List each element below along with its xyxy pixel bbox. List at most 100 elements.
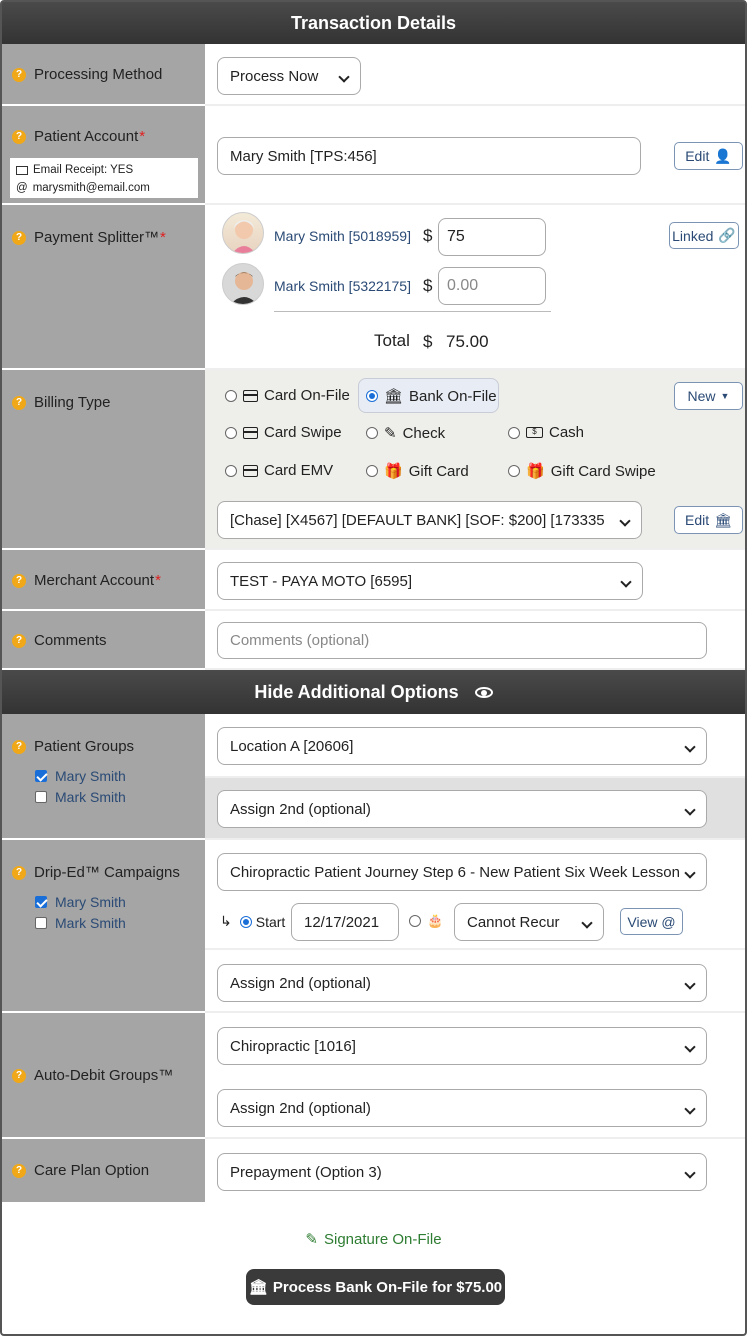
linked-button[interactable]: Linked 🔗: [669, 222, 739, 249]
billing-option-card-swipe[interactable]: Card Swipe: [225, 424, 342, 441]
patient-group-2nd-select[interactable]: Assign 2nd (optional): [217, 790, 707, 828]
section-title: Transaction Details: [290, 12, 457, 33]
processing-method-label: ? Processing Method: [12, 66, 162, 83]
birthday-cake-icon: 🎂: [427, 913, 444, 928]
checkbox[interactable]: [35, 770, 47, 782]
email-receipt-status: Email Receipt: YES: [33, 164, 134, 176]
eye-icon: [474, 686, 493, 698]
processing-method-label-cell: ? Processing Method: [2, 44, 205, 106]
gift-icon: 🎁: [384, 463, 403, 480]
help-icon[interactable]: ?: [12, 67, 26, 82]
process-payment-button[interactable]: 🏛 Process Bank On-File for $75.00: [246, 1269, 505, 1305]
total-label: Total: [374, 331, 410, 350]
billing-option-card-on-file[interactable]: Card On-File: [225, 387, 350, 404]
email-address: marysmith@email.com: [32, 182, 150, 194]
money-icon: $: [526, 427, 543, 438]
credit-card-icon: [243, 464, 258, 477]
auto-debit-select[interactable]: Chiropractic [1016]: [217, 1027, 707, 1065]
split-amount-input[interactable]: 0.00: [438, 267, 546, 305]
patient-account-label-cell: ? Patient Account * Email Receipt: YES @ ma…: [2, 106, 205, 205]
help-icon[interactable]: ?: [12, 739, 26, 754]
care-plan-label-cell: ? Care Plan Option: [2, 1139, 205, 1202]
merchant-account-label: ? Merchant Account *: [12, 572, 161, 589]
edit-billing-button[interactable]: Edit 🏛: [674, 506, 743, 534]
link-icon: 🔗: [718, 227, 736, 243]
help-icon[interactable]: ?: [12, 129, 26, 144]
recur-select[interactable]: Cannot Recur: [454, 903, 604, 941]
payment-splitter-label: ? Payment Splitter™ *: [12, 229, 166, 246]
pencil-icon: ✎: [305, 1231, 318, 1248]
arrow-return-icon: ↳: [220, 913, 232, 929]
patient-account-label: ? Patient Account *: [12, 128, 145, 145]
checkbox[interactable]: [35, 791, 47, 803]
care-plan-label: ? Care Plan Option: [12, 1162, 149, 1179]
drip-campaign-select[interactable]: Chiropractic Patient Journey Step 6 - Ne…: [217, 853, 707, 891]
credit-card-icon: [243, 389, 258, 402]
comments-input[interactable]: Comments (optional): [217, 622, 707, 659]
payment-splitter-label-cell: ? Payment Splitter™ *: [2, 205, 205, 370]
splitter-patient-name[interactable]: Mary Smith [5018959]: [274, 228, 411, 244]
billing-option-check[interactable]: ✎ Check: [366, 424, 445, 442]
merchant-account-select[interactable]: TEST - PAYA MOTO [6595]: [217, 562, 643, 600]
gift-icon: 🎁: [526, 463, 545, 480]
signature-on-file-link[interactable]: ✎ Signature On-File: [0, 1230, 747, 1249]
pencil-icon: ✎: [384, 425, 397, 442]
drip-campaigns-label: ? Drip-Ed™ Campaigns: [12, 864, 180, 881]
help-icon[interactable]: ?: [12, 1068, 26, 1083]
billing-option-bank-on-file[interactable]: 🏛 Bank On-File: [366, 387, 497, 405]
at-icon: @: [16, 182, 28, 194]
view-campaign-button[interactable]: View @: [620, 908, 683, 935]
envelope-icon: [16, 165, 28, 175]
divider: [274, 311, 551, 312]
auto-debit-2nd-select[interactable]: Assign 2nd (optional): [217, 1089, 707, 1127]
care-plan-select[interactable]: Prepayment (Option 3): [217, 1153, 707, 1191]
avatar: [222, 212, 264, 254]
additional-options-title: Hide Additional Options: [254, 681, 459, 702]
checkbox[interactable]: [35, 917, 47, 929]
help-icon[interactable]: ?: [12, 633, 26, 648]
processing-method-select[interactable]: Process Now: [217, 57, 361, 95]
start-radio[interactable]: ↳ Start: [220, 913, 285, 930]
drip-campaigns-label-cell: ? Drip-Ed™ Campaigns Mary Smith Mark Smit…: [2, 840, 205, 1013]
total-value: 75.00: [446, 332, 489, 351]
billing-option-card-emv[interactable]: Card EMV: [225, 462, 333, 479]
bank-icon: 🏛: [714, 511, 732, 528]
currency-symbol: $: [423, 276, 433, 295]
help-icon[interactable]: ?: [12, 395, 26, 410]
drip-campaign-member[interactable]: Mark Smith: [35, 915, 126, 931]
billing-option-cash[interactable]: $ Cash: [508, 424, 584, 441]
checkbox[interactable]: [35, 896, 47, 908]
patient-account-input[interactable]: Mary Smith [TPS:456]: [217, 137, 641, 175]
new-billing-button[interactable]: New ▼: [674, 382, 743, 410]
patient-group-select[interactable]: Location A [20606]: [217, 727, 707, 765]
billing-option-gift-card-swipe[interactable]: 🎁 Gift Card Swipe: [508, 462, 656, 480]
patient-group-member[interactable]: Mary Smith: [35, 768, 126, 784]
help-icon[interactable]: ?: [12, 230, 26, 245]
birthday-radio[interactable]: 🎂: [409, 913, 443, 929]
currency-symbol: $: [423, 226, 433, 245]
start-date-input[interactable]: 12/17/2021: [291, 903, 399, 941]
help-icon[interactable]: ?: [12, 573, 26, 588]
comments-label-cell: ? Comments: [2, 611, 205, 670]
edit-patient-button[interactable]: Edit 👤: [674, 142, 743, 170]
section-header: Transaction Details: [2, 2, 745, 44]
bank-icon: 🏛: [248, 1279, 268, 1296]
patient-group-member[interactable]: Mark Smith: [35, 789, 126, 805]
split-amount-input[interactable]: 75: [438, 218, 546, 256]
billing-account-select[interactable]: [Chase] [X4567] [DEFAULT BANK] [SOF: $20…: [217, 501, 642, 539]
splitter-patient-name[interactable]: Mark Smith [5322175]: [274, 278, 411, 294]
drip-campaign-2nd-select[interactable]: Assign 2nd (optional): [217, 964, 707, 1002]
drip-campaign-member[interactable]: Mary Smith: [35, 894, 126, 910]
patient-groups-label: ? Patient Groups: [12, 738, 134, 755]
caret-down-icon: ▼: [720, 391, 730, 401]
credit-card-icon: [243, 426, 258, 439]
help-icon[interactable]: ?: [12, 1163, 26, 1178]
billing-option-gift-card[interactable]: 🎁 Gift Card: [366, 462, 469, 480]
avatar: [222, 263, 264, 305]
merchant-account-label-cell: ? Merchant Account *: [2, 550, 205, 611]
help-icon[interactable]: ?: [12, 865, 26, 880]
comments-label: ? Comments: [12, 632, 107, 649]
patient-groups-label-cell: ? Patient Groups Mary Smith Mark Smith: [2, 714, 205, 840]
user-icon: 👤: [714, 147, 732, 164]
toggle-additional-options[interactable]: Hide Additional Options: [2, 670, 745, 714]
